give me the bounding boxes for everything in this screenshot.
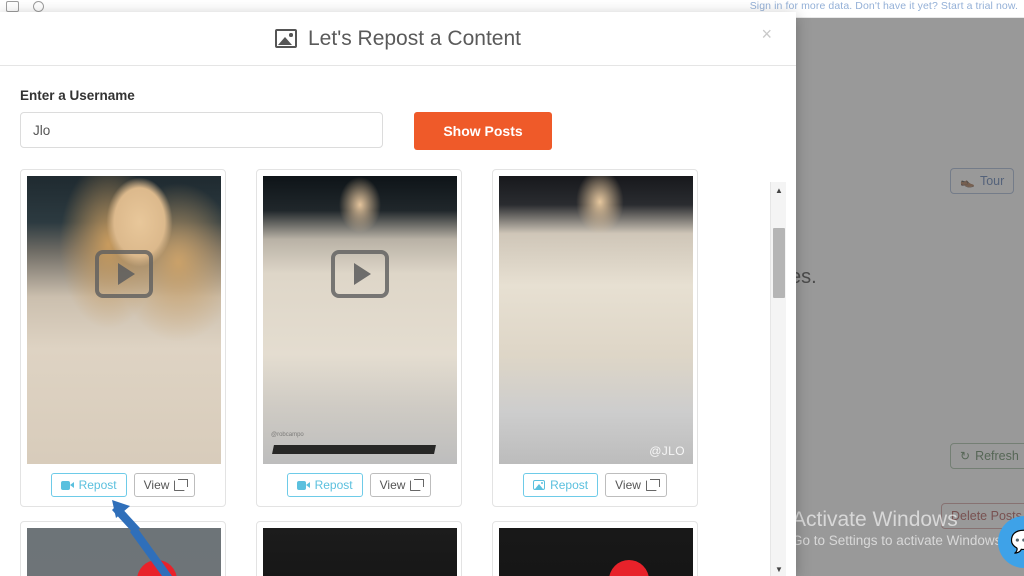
post-card: RepostView xyxy=(492,521,698,576)
post-thumbnail-image xyxy=(27,176,221,464)
post-actions: Repost View xyxy=(27,464,219,506)
view-button[interactable]: View xyxy=(133,473,196,497)
post-overlay-caption: @robcampo xyxy=(271,432,304,438)
post-thumbnail-image xyxy=(27,528,221,576)
post-card: RepostView xyxy=(256,521,462,576)
scroll-up-arrow[interactable]: ▲ xyxy=(771,182,787,198)
post-thumbnail-image xyxy=(263,176,457,464)
view-button-label: View xyxy=(379,478,406,492)
post-thumbnail[interactable]: @robcampo xyxy=(263,176,457,464)
post-card: Repost View xyxy=(20,169,226,507)
username-field-label: Enter a Username xyxy=(20,88,135,103)
username-form-row: Show Posts xyxy=(20,112,776,150)
posts-scroll-region: Repost View @robcampo Repost View @JLO Repost V… xyxy=(20,169,776,576)
post-thumbnail[interactable] xyxy=(27,176,221,464)
external-link-icon xyxy=(410,478,425,491)
repost-button[interactable]: Repost xyxy=(50,473,127,497)
repost-button[interactable]: Repost xyxy=(523,473,599,497)
repost-button[interactable]: Repost xyxy=(286,473,363,497)
play-icon[interactable] xyxy=(95,249,153,298)
repost-modal: Let's Repost a Content × Enter a Usernam… xyxy=(0,12,796,576)
modal-header: Let's Repost a Content × xyxy=(0,12,796,66)
play-icon[interactable] xyxy=(331,249,389,298)
post-card: @robcampo Repost View xyxy=(256,169,462,507)
video-camera-icon xyxy=(296,480,310,490)
post-thumbnail[interactable] xyxy=(27,528,221,576)
modal-title-group: Let's Repost a Content xyxy=(275,27,521,51)
show-posts-button[interactable]: Show Posts xyxy=(414,112,552,150)
clock-icon[interactable] xyxy=(33,1,44,12)
external-link-icon xyxy=(174,478,189,491)
post-thumbnail-image xyxy=(499,176,693,464)
post-thumbnail[interactable] xyxy=(263,528,457,576)
chat-icon: 💬 xyxy=(1010,529,1024,555)
mail-icon[interactable] xyxy=(6,1,19,12)
post-watermark: @JLO xyxy=(649,444,685,458)
posts-scrollbar[interactable]: ▲ ▼ xyxy=(770,182,786,576)
post-thumbnail[interactable]: @JLO xyxy=(499,176,693,464)
post-actions: Repost View xyxy=(263,464,455,506)
post-actions: Repost View xyxy=(499,464,691,506)
repost-button-label: Repost xyxy=(314,478,353,492)
view-button[interactable]: View xyxy=(605,473,667,497)
post-thumbnail-image xyxy=(499,528,693,576)
view-button-label: View xyxy=(615,478,641,492)
modal-body: Enter a Username Show Posts xyxy=(0,66,796,150)
image-icon xyxy=(275,29,297,48)
post-card: @JLO Repost View xyxy=(492,169,698,507)
page-title: Let's Repost a Content xyxy=(308,26,521,50)
post-thumbnail[interactable] xyxy=(499,528,693,576)
view-button[interactable]: View xyxy=(369,473,432,497)
post-card: RepostView xyxy=(20,521,226,576)
screenshot-root: Sign in for more data. Don't have it yet… xyxy=(0,0,1024,576)
external-link-icon xyxy=(645,478,660,491)
scroll-down-arrow[interactable]: ▼ xyxy=(771,561,787,576)
view-button-label: View xyxy=(143,478,170,492)
repost-button-label: Repost xyxy=(550,478,589,492)
post-thumbnail-image xyxy=(263,528,457,576)
top-left-icon-group xyxy=(6,1,44,12)
scrollbar-thumb[interactable] xyxy=(773,228,785,298)
signin-notice-link[interactable]: Sign in for more data. Don't have it yet… xyxy=(750,0,1018,12)
username-input[interactable] xyxy=(20,112,383,148)
video-camera-icon xyxy=(60,480,74,490)
close-icon[interactable]: × xyxy=(755,24,778,44)
image-icon xyxy=(533,480,546,490)
repost-button-label: Repost xyxy=(78,478,117,492)
post-overlay-banner xyxy=(272,445,436,454)
posts-grid: Repost View @robcampo Repost View @JLO Repost V… xyxy=(20,169,742,576)
